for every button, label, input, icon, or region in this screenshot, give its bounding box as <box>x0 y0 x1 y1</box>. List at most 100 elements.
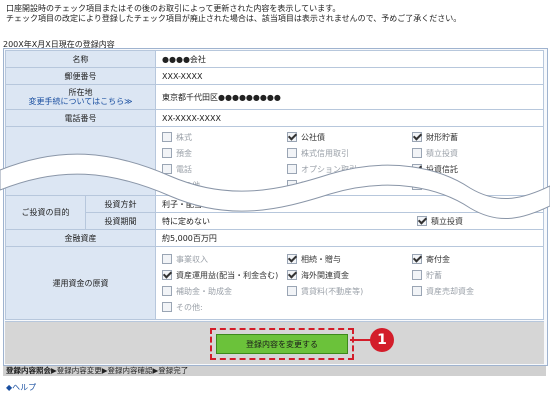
row-purpose-policy: ご投資の目的 投資方針 利子・配当等安定収益重視 <box>5 195 544 230</box>
checkbox-unchecked-icon[interactable] <box>287 180 297 190</box>
row-purpose-term: 投資期間 特に定めない 積立投資 <box>6 212 544 230</box>
checkbox-unchecked-icon[interactable] <box>287 164 297 174</box>
experience-option[interactable]: その他 <box>162 178 287 192</box>
experience-option[interactable]: 株式信用取引 <box>287 146 412 160</box>
experience-option[interactable]: 株式 <box>162 130 287 144</box>
funds-option[interactable]: 相続・贈与 <box>287 252 412 266</box>
funds-grid: 事業収入 相続・贈与 寄付金資産運用益(配当・利金含む) 海外関連資金 貯蓄補助金・助成… <box>162 249 537 317</box>
experience-option[interactable]: 国債先物取引 <box>287 178 412 192</box>
experience-options: 株式 公社債 財形貯蓄預金 株式信用取引 積立投資電話 オプション取引 投資信託その他 国債先… <box>155 126 544 196</box>
purpose-extra-label: 積立投資 <box>431 216 463 226</box>
purpose-extra-option[interactable]: 積立投資 <box>417 214 537 228</box>
experience-option-label: 預金 <box>176 148 192 158</box>
checkbox-checked-icon[interactable] <box>287 254 297 264</box>
funds-option-label: 貯蓄 <box>426 270 442 280</box>
experience-option[interactable]: なし <box>412 178 532 192</box>
row-funds: 運用資金の原資 事業収入 相続・贈与 寄付金資産運用益(配当・利金含む) 海外関連資金… <box>5 246 544 320</box>
checkbox-checked-icon[interactable] <box>287 270 297 280</box>
change-registration-button[interactable]: 登録内容を変更する <box>216 334 348 354</box>
checkbox-unchecked-icon[interactable] <box>287 148 297 158</box>
funds-option[interactable]: 寄付金 <box>412 252 532 266</box>
assets-label: 金融資産 <box>5 229 156 247</box>
funds-label: 運用資金の原資 <box>5 246 156 320</box>
funds-option[interactable]: 資産売却資金 <box>412 284 532 298</box>
funds-option[interactable]: その他: <box>162 300 287 314</box>
experience-option-label: 株式 <box>176 132 192 142</box>
experience-option-label: 株式信用取引 <box>301 148 349 158</box>
experience-option-label: その他 <box>176 180 200 190</box>
checkbox-checked-icon[interactable] <box>287 132 297 142</box>
checkbox-unchecked-icon[interactable] <box>162 180 172 190</box>
experience-label: 投資経験の動機 <box>5 126 156 196</box>
checkbox-unchecked-icon[interactable] <box>162 302 172 312</box>
term-value: 特に定めない <box>162 216 210 226</box>
purpose-label: ご投資の目的 <box>5 195 86 230</box>
address-change-link[interactable]: 変更手続についてはこちら≫ <box>29 97 133 106</box>
checkbox-unchecked-icon[interactable] <box>412 180 422 190</box>
experience-option[interactable]: 電話 <box>162 162 287 176</box>
checkbox-checked-icon[interactable] <box>412 164 422 174</box>
help-link[interactable]: ◆ヘルプ <box>6 382 36 393</box>
callout-pointer <box>350 339 372 341</box>
funds-option[interactable]: 事業収入 <box>162 252 287 266</box>
address-label-cell: 所在地 変更手続についてはこちら≫ <box>5 84 156 110</box>
checkbox-unchecked-icon[interactable] <box>287 286 297 296</box>
experience-option[interactable]: 投資信託 <box>412 162 532 176</box>
funds-option[interactable]: 資産運用益(配当・利金含む) <box>162 268 287 282</box>
experience-option[interactable]: オプション取引 <box>287 162 412 176</box>
notice: 口座開設時のチェック項目またはその後のお取引によって更新された内容を表示していま… <box>6 4 546 24</box>
funds-option[interactable]: 補助金・助成金 <box>162 284 287 298</box>
notice-line-2: チェック項目の改定により登録したチェック項目が廃止された場合は、該当項目は表示さ… <box>6 14 462 23</box>
checkbox-unchecked-icon[interactable] <box>412 148 422 158</box>
checkbox-unchecked-icon[interactable] <box>412 286 422 296</box>
notice-line-1: 口座開設時のチェック項目またはその後のお取引によって更新された内容を表示していま… <box>6 4 341 13</box>
experience-option[interactable]: 積立投資 <box>412 146 532 160</box>
checkbox-unchecked-icon[interactable] <box>162 132 172 142</box>
policy-label: 投資方針 <box>85 195 156 213</box>
checkbox-checked-icon[interactable] <box>412 254 422 264</box>
postal-label: 郵便番号 <box>5 67 156 85</box>
funds-options: 事業収入 相続・贈与 寄付金資産運用益(配当・利金含む) 海外関連資金 貯蓄補助金・助成… <box>155 246 544 320</box>
funds-option-label: 海外関連資金 <box>301 270 349 280</box>
row-postal: 郵便番号 XXX-XXXX <box>5 67 544 85</box>
phone-value: XX-XXXX-XXXX <box>155 109 544 127</box>
experience-option-label: 国債先物取引 <box>301 180 349 190</box>
assets-value: 約5,000百万円 <box>155 229 544 247</box>
step-progress: 登録内容照会▶登録内容変更▶登録内容確認▶登録完了 <box>3 366 546 376</box>
row-assets: 金融資産 約5,000百万円 <box>5 229 544 247</box>
experience-option[interactable]: 財形貯蓄 <box>412 130 532 144</box>
name-value: ●●●●会社 <box>155 50 544 68</box>
funds-option-label: 寄付金 <box>426 254 450 264</box>
term-cell: 特に定めない 積立投資 <box>155 212 544 230</box>
address-value: 東京都千代田区●●●●●●●●● <box>155 84 544 110</box>
experience-option[interactable]: 公社債 <box>287 130 412 144</box>
experience-option-label: 電話 <box>176 164 192 174</box>
button-highlight: 登録内容を変更する <box>210 328 354 360</box>
policy-value: 利子・配当等安定収益重視 <box>155 195 544 213</box>
funds-option[interactable]: 海外関連資金 <box>287 268 412 282</box>
checkbox-unchecked-icon[interactable] <box>162 148 172 158</box>
name-label: 名称 <box>5 50 156 68</box>
row-phone: 電話番号 XX-XXXX-XXXX <box>5 109 544 127</box>
checkbox-unchecked-icon[interactable] <box>162 254 172 264</box>
checkbox-unchecked-icon[interactable] <box>162 286 172 296</box>
experience-option-label: オプション取引 <box>301 164 357 174</box>
checkbox-unchecked-icon[interactable] <box>412 270 422 280</box>
row-address: 所在地 変更手続についてはこちら≫ 東京都千代田区●●●●●●●●● <box>5 84 544 110</box>
funds-option[interactable]: 貯蓄 <box>412 268 532 282</box>
row-name: 名称 ●●●●会社 <box>5 50 544 68</box>
checkbox-unchecked-icon[interactable] <box>162 164 172 174</box>
funds-option-label: 事業収入 <box>176 254 208 264</box>
checkbox-checked-icon[interactable] <box>412 132 422 142</box>
funds-option-label: 補助金・助成金 <box>176 286 232 296</box>
funds-option[interactable]: 賃貸料(不動産等) <box>287 284 412 298</box>
funds-option-label: その他: <box>176 302 203 312</box>
checkbox-checked-icon[interactable] <box>417 216 427 226</box>
experience-option[interactable]: 預金 <box>162 146 287 160</box>
experience-option-label: なし <box>426 180 442 190</box>
phone-label: 電話番号 <box>5 109 156 127</box>
button-area: 登録内容を変更する <box>5 321 544 364</box>
checkbox-checked-icon[interactable] <box>162 270 172 280</box>
funds-option-label: 資産運用益(配当・利金含む) <box>176 270 279 280</box>
funds-option-label: 賃貸料(不動産等) <box>301 286 364 296</box>
